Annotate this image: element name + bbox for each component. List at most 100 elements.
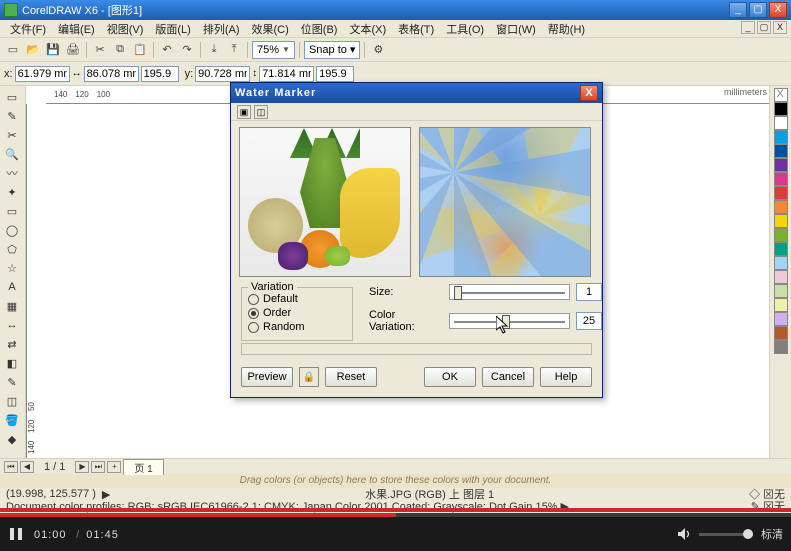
close-button[interactable]: X	[769, 2, 787, 18]
menu-table[interactable]: 表格(T)	[392, 20, 440, 38]
rectangle-tool-icon[interactable]: ▭	[2, 202, 22, 220]
text-tool-icon[interactable]: A	[2, 278, 22, 296]
menu-bitmap[interactable]: 位图(B)	[295, 20, 344, 38]
x-input[interactable]	[15, 66, 70, 82]
dialog-view2-icon[interactable]: ◫	[254, 105, 268, 119]
swatch[interactable]	[774, 130, 788, 144]
connector-tool-icon[interactable]: ⇄	[2, 335, 22, 353]
titlebar[interactable]: CorelDRAW X6 - [图形1] _ ▢ X	[0, 0, 791, 20]
menu-file[interactable]: 文件(F)	[4, 20, 52, 38]
swatch-none[interactable]	[774, 88, 788, 102]
open-icon[interactable]: 📂	[24, 41, 42, 59]
child-restore-button[interactable]: ▢	[757, 21, 771, 34]
page-last-button[interactable]: ⏭	[91, 461, 105, 473]
freehand-tool-icon[interactable]: 〰	[2, 164, 22, 182]
pick-tool-icon[interactable]: ▭	[2, 88, 22, 106]
interactive-fill-icon[interactable]: ◆	[2, 430, 22, 448]
crop-tool-icon[interactable]: ✂	[2, 126, 22, 144]
undo-icon[interactable]: ↶	[158, 41, 176, 59]
swatch[interactable]	[774, 312, 788, 326]
swatch[interactable]	[774, 186, 788, 200]
radio-order[interactable]: Order	[248, 306, 346, 320]
minimize-button[interactable]: _	[729, 2, 747, 18]
eyedropper-tool-icon[interactable]: ✎	[2, 373, 22, 391]
child-close-button[interactable]: X	[773, 21, 787, 34]
redo-icon[interactable]: ↷	[178, 41, 196, 59]
menu-effects[interactable]: 效果(C)	[246, 20, 295, 38]
page-first-button[interactable]: ⏮	[4, 461, 18, 473]
height-mm-input[interactable]	[259, 66, 314, 82]
page-tab[interactable]: 页 1	[123, 459, 163, 475]
dimension-tool-icon[interactable]: ↔	[2, 316, 22, 334]
scale-w-input[interactable]	[141, 66, 179, 82]
page-add-button[interactable]: +	[107, 461, 121, 473]
help-button[interactable]: Help	[540, 367, 592, 387]
menu-text[interactable]: 文本(X)	[343, 20, 392, 38]
child-minimize-button[interactable]: _	[741, 21, 755, 34]
swatch[interactable]	[774, 326, 788, 340]
smart-tool-icon[interactable]: ✦	[2, 183, 22, 201]
preview-original[interactable]	[239, 127, 411, 277]
swatch[interactable]	[774, 200, 788, 214]
zoom-combo[interactable]: 75%▼	[252, 41, 295, 59]
quality-button[interactable]: 标清	[761, 526, 783, 542]
import-icon[interactable]: ⤓	[205, 41, 223, 59]
dialog-view1-icon[interactable]: ▣	[237, 105, 251, 119]
snap-combo[interactable]: Snap to ▾	[304, 41, 361, 59]
polygon-tool-icon[interactable]: ⬠	[2, 240, 22, 258]
size-value[interactable]: 1	[576, 283, 602, 301]
cut-icon[interactable]: ✂	[91, 41, 109, 59]
y-input[interactable]	[195, 66, 250, 82]
preview-button[interactable]: Preview	[241, 367, 293, 387]
menu-window[interactable]: 窗口(W)	[490, 20, 542, 38]
swatch[interactable]	[774, 144, 788, 158]
reset-button[interactable]: Reset	[325, 367, 377, 387]
shape-tool-icon[interactable]: ✎	[2, 107, 22, 125]
menu-help[interactable]: 帮助(H)	[542, 20, 591, 38]
ellipse-tool-icon[interactable]: ◯	[2, 221, 22, 239]
effects-tool-icon[interactable]: ◧	[2, 354, 22, 372]
export-icon[interactable]: ⤒	[225, 41, 243, 59]
swatch[interactable]	[774, 102, 788, 116]
colorvar-slider[interactable]	[449, 313, 570, 329]
options-icon[interactable]: ⚙	[369, 41, 387, 59]
menu-view[interactable]: 视图(V)	[101, 20, 150, 38]
swatch[interactable]	[774, 298, 788, 312]
paste-icon[interactable]: 📋	[131, 41, 149, 59]
swatch[interactable]	[774, 270, 788, 284]
size-slider[interactable]	[449, 284, 570, 300]
swatch[interactable]	[774, 158, 788, 172]
copy-icon[interactable]: ⧉	[111, 41, 129, 59]
menu-arrange[interactable]: 排列(A)	[197, 20, 246, 38]
fill-tool-icon[interactable]: 🪣	[2, 411, 22, 429]
table-tool-icon[interactable]: ▦	[2, 297, 22, 315]
print-icon[interactable]: 🖨	[64, 41, 82, 59]
swatch[interactable]	[774, 214, 788, 228]
volume-slider[interactable]	[699, 533, 753, 536]
maximize-button[interactable]: ▢	[749, 2, 767, 18]
swatch[interactable]	[774, 256, 788, 270]
colorvar-value[interactable]: 25	[576, 312, 602, 330]
swatch[interactable]	[774, 242, 788, 256]
preview-effect[interactable]	[419, 127, 591, 277]
menu-tools[interactable]: 工具(O)	[440, 20, 490, 38]
menu-edit[interactable]: 编辑(E)	[52, 20, 101, 38]
page-next-button[interactable]: ▶	[75, 461, 89, 473]
video-progress-bar[interactable]	[0, 513, 791, 517]
zoom-tool-icon[interactable]: 🔍	[2, 145, 22, 163]
swatch[interactable]	[774, 172, 788, 186]
outline-tool-icon[interactable]: ◫	[2, 392, 22, 410]
volume-icon[interactable]	[677, 527, 691, 541]
width-mm-input[interactable]	[84, 66, 139, 82]
lock-button[interactable]: 🔒	[299, 367, 319, 387]
swatch[interactable]	[774, 340, 788, 354]
swatch[interactable]	[774, 116, 788, 130]
radio-random[interactable]: Random	[248, 320, 346, 334]
page-prev-button[interactable]: ◀	[20, 461, 34, 473]
dialog-close-button[interactable]: X	[580, 85, 598, 101]
ruler-vertical[interactable]: 14012050	[26, 104, 46, 458]
play-pause-button[interactable]	[8, 526, 24, 542]
save-icon[interactable]: 💾	[44, 41, 62, 59]
swatch[interactable]	[774, 228, 788, 242]
ok-button[interactable]: OK	[424, 367, 476, 387]
